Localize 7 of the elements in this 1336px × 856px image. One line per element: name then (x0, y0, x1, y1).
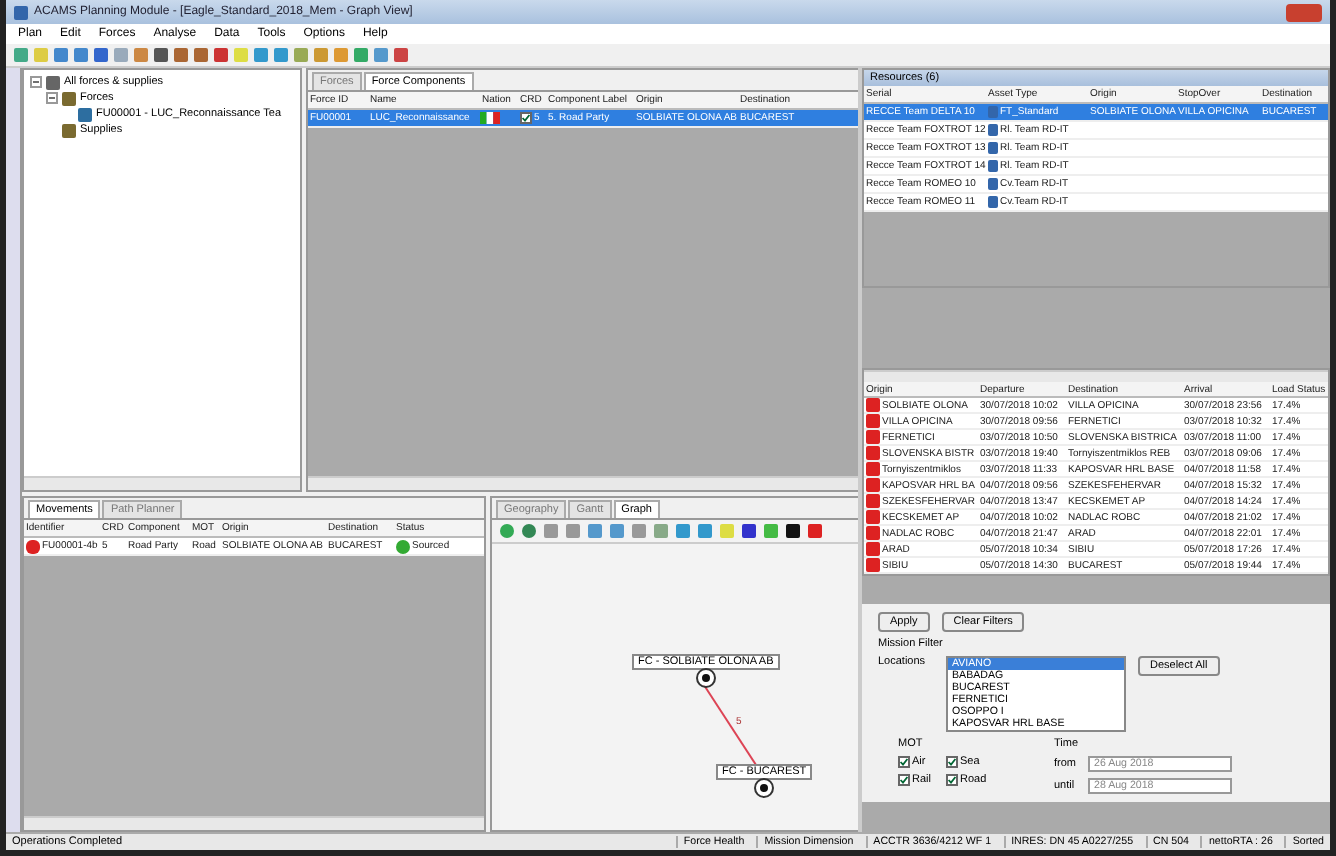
app-icon (14, 5, 28, 19)
close-button[interactable] (1286, 3, 1322, 21)
collapse-icon[interactable] (46, 92, 58, 104)
check-circle-icon (396, 539, 410, 553)
collapse-icon[interactable] (30, 76, 42, 88)
graph-node[interactable] (697, 670, 714, 686)
graph-node[interactable] (756, 780, 773, 796)
